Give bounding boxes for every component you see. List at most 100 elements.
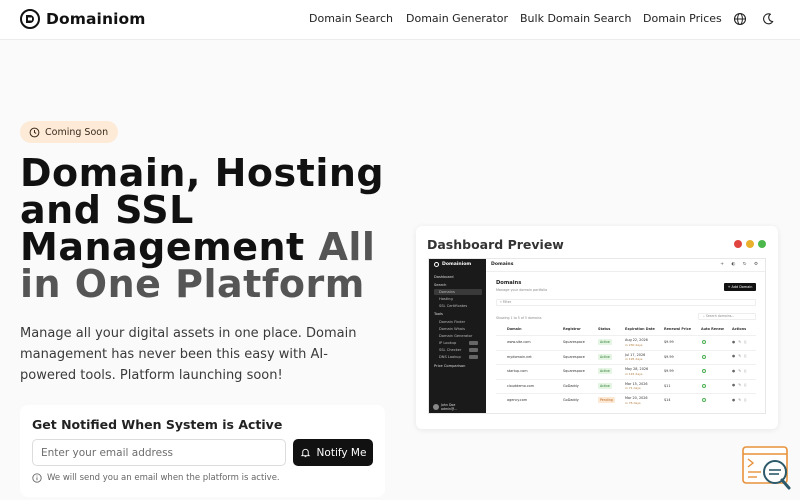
preview-cell-expiration-sub: in 195 days <box>625 357 643 361</box>
preview-search: ⌕ Search domains... <box>698 313 756 320</box>
preview-topbar-title: Domains <box>491 262 514 267</box>
nav-domain-prices[interactable]: Domain Prices <box>643 12 722 25</box>
preview-sidebar-item: Hosting <box>439 297 453 301</box>
preview-cell-price: $14 <box>664 398 671 402</box>
email-input[interactable] <box>32 439 286 466</box>
preview-sidebar-item: Dashboard <box>434 275 454 279</box>
window-dot-green <box>758 240 766 248</box>
preview-cell-expiration-sub: in 230 days <box>625 342 643 347</box>
nav-domain-search[interactable]: Domain Search <box>309 12 393 25</box>
preview-cell-expiration-sub: in 145 days <box>625 371 643 376</box>
preview-sidebar-item: Domain Finder <box>439 320 466 324</box>
preview-sidebar: Domainiom Dashboard Search Domains Hosting S… <box>429 259 486 413</box>
preview-column-header: Actions <box>732 327 747 331</box>
preview-sidebar-item: IP Lookup <box>439 341 457 345</box>
floating-search-code-icon[interactable] <box>741 444 793 492</box>
preview-cell-auto-renew-icon <box>702 369 706 373</box>
preview-screenshot: Domainiom Dashboard Search Domains Hosting S… <box>428 258 766 414</box>
preview-cell-domain: clouddemo.com <box>507 383 535 388</box>
nav-bulk-domain-search[interactable]: Bulk Domain Search <box>520 12 631 25</box>
hero-title: Domain, Hosting and SSL Management All i… <box>20 154 400 306</box>
preview-sidebar-item: SSL Certificates <box>439 304 468 308</box>
preview-topbar-icons: + ◐ ↻ ⚙ <box>720 262 761 267</box>
notify-button-label: Notify Me <box>316 446 367 459</box>
preview-cell-auto-renew-icon <box>702 383 706 388</box>
preview-main: Domains + ◐ ↻ ⚙ Domains Manage your doma… <box>486 259 765 413</box>
preview-sidebar-item: DNS Lookup <box>439 355 461 359</box>
preview-row-divider <box>496 364 756 365</box>
info-icon <box>32 473 42 483</box>
preview-cell-status: Active <box>598 382 612 389</box>
preview-cell-expiration: Mar 15, 2026 <box>625 381 648 386</box>
preview-cell-status: Active <box>598 339 612 345</box>
preview-cell-actions-icons: ● ✎ ▯ <box>732 354 748 358</box>
preview-column-header: Renewal Price <box>664 327 692 331</box>
preview-cell-expiration-sub: in 76 days <box>625 400 641 405</box>
bell-icon <box>300 448 310 458</box>
badge-label: Coming Soon <box>45 126 109 138</box>
moon-icon[interactable] <box>761 12 775 26</box>
preview-cell-price: $9.99 <box>664 340 674 344</box>
preview-cell-auto-renew-icon <box>702 354 706 359</box>
preview-cell-domain: www.site.com <box>507 340 531 344</box>
preview-cell-expiration: May 28, 2026 <box>625 367 649 371</box>
brand-name: Domainiom <box>46 10 146 28</box>
preview-sidebar-brand: Domainiom <box>434 262 471 267</box>
preview-column-header: Expiration Date <box>625 327 655 331</box>
brand-logo-icon <box>20 9 40 29</box>
preview-row-divider <box>496 393 756 394</box>
preview-sidebar-item: Domain Generator <box>439 334 473 338</box>
dashboard-preview-card: Dashboard Preview Domainiom Dashboard Sea… <box>416 226 778 429</box>
coming-soon-badge: Coming Soon <box>20 121 119 143</box>
preview-filter: ▿ Filter <box>496 299 756 306</box>
preview-column-header: Auto Renew <box>701 327 724 331</box>
preview-cell-expiration-sub: in 71 days <box>625 386 641 390</box>
preview-sidebar-item: Domains <box>439 290 455 294</box>
preview-cell-domain: startup.com <box>507 369 528 373</box>
hero-description: Manage all your digital assets in one pl… <box>20 326 357 383</box>
preview-cell-actions-icons: ● ✎ ▯ <box>732 397 748 402</box>
preview-cell-status: Active <box>598 353 612 360</box>
notify-me-button[interactable]: Notify Me <box>293 439 373 466</box>
notify-card: Get Notified When System is Active Notif… <box>20 405 385 497</box>
preview-cell-domain: agency.com <box>507 398 528 402</box>
preview-column-header: Status <box>598 327 611 331</box>
preview-column-header: Registrar <box>563 327 581 331</box>
preview-cell-expiration: Aug 22, 2026 <box>625 338 648 342</box>
window-dot-red <box>734 240 742 248</box>
brand[interactable]: Domainiom <box>20 9 146 29</box>
preview-sidebar-item: Tools <box>434 312 443 316</box>
window-dot-yellow <box>746 240 754 248</box>
preview-cell-price: $9.99 <box>664 369 674 373</box>
preview-cell-status: Pending <box>598 397 615 403</box>
clock-icon <box>29 127 40 137</box>
preview-cell-price: $11 <box>664 383 671 388</box>
preview-showing: Showing 1 to 5 of 5 domains <box>496 316 542 320</box>
notify-help: We will send you an email when the platf… <box>32 473 280 483</box>
preview-sidebar-item: Search <box>434 283 447 287</box>
preview-subheading: Manage your domain portfolio <box>496 288 548 292</box>
preview-sidebar-user: John Doe admin@... <box>433 403 457 411</box>
nav-domain-generator[interactable]: Domain Generator <box>406 12 508 25</box>
preview-cell-expiration: Mar 20, 2026 <box>625 396 648 400</box>
hero-title-line-4: in One Platform <box>20 262 365 306</box>
preview-cell-actions-icons: ● ✎ ▯ <box>732 383 748 387</box>
preview-sidebar-tag <box>469 341 478 345</box>
preview-cell-auto-renew-icon <box>702 398 706 402</box>
preview-sidebar-item: Domain Whois <box>439 327 465 331</box>
preview-cell-status: Active <box>598 368 612 374</box>
preview-sidebar-tag <box>469 348 478 352</box>
preview-add-domain-button: + Add Domain <box>724 283 756 291</box>
preview-cell-registrar: Squarespace <box>563 369 585 373</box>
preview-cell-expiration: Jul 17, 2026 <box>625 352 646 357</box>
preview-cell-auto-renew-icon <box>702 340 706 344</box>
globe-icon[interactable] <box>733 12 747 26</box>
notify-help-text: We will send you an email when the platf… <box>47 473 280 483</box>
top-navigation: Domainiom Domain Search Domain Generator… <box>0 0 800 40</box>
preview-cell-registrar: GoDaddy <box>563 383 579 388</box>
preview-column-header: Domain <box>507 327 522 331</box>
preview-cell-registrar: Squarespace <box>563 354 585 359</box>
preview-heading: Domains <box>496 280 522 286</box>
notify-title: Get Notified When System is Active <box>32 417 283 432</box>
preview-row-divider <box>496 378 756 380</box>
